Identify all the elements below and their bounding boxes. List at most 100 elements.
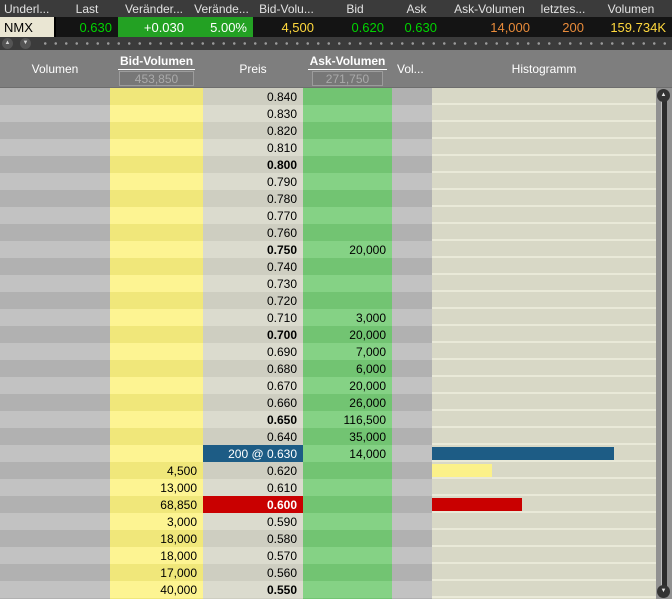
header-vol[interactable]: Vol... <box>392 50 432 87</box>
vertical-scrollbar[interactable]: ▲ ▼ <box>656 88 672 599</box>
price-cell[interactable]: 0.650 <box>203 411 303 428</box>
bid-volume-cell[interactable]: 13,000 <box>110 479 203 496</box>
ask-volume-cell[interactable]: 20,000 <box>303 326 392 343</box>
header-histogramm[interactable]: Histogramm <box>432 50 656 87</box>
price-cell[interactable]: 0.690 <box>203 343 303 360</box>
price-cell[interactable]: 0.640 <box>203 428 303 445</box>
scroll-up-icon[interactable]: ▲ <box>657 89 670 102</box>
ask-volume-cell[interactable]: 14,000 <box>303 445 392 462</box>
header-volumen[interactable]: Volumen <box>0 50 110 87</box>
price-cell[interactable]: 0.700 <box>203 326 303 343</box>
bid-volume-cell[interactable] <box>110 292 203 309</box>
scroll-down-icon[interactable]: ▼ <box>657 585 670 598</box>
bid-volume-cell[interactable] <box>110 224 203 241</box>
price-cell[interactable]: 0.720 <box>203 292 303 309</box>
price-cell[interactable]: 0.620 <box>203 462 303 479</box>
ask-volume-cell[interactable] <box>303 496 392 513</box>
price-cell[interactable]: 0.710 <box>203 309 303 326</box>
bid-volume-cell[interactable] <box>110 411 203 428</box>
panel-splitter[interactable]: ▲ ▼ <box>0 37 672 50</box>
bid-volume-cell[interactable] <box>110 428 203 445</box>
header-preis[interactable]: Preis <box>203 50 303 87</box>
ask-volume-cell[interactable] <box>303 275 392 292</box>
bid-volume-cell[interactable] <box>110 343 203 360</box>
ask-volume-cell[interactable]: 3,000 <box>303 309 392 326</box>
ask-volume-cell[interactable]: 35,000 <box>303 428 392 445</box>
price-cell[interactable]: 0.820 <box>203 122 303 139</box>
ask-volume-cell[interactable] <box>303 88 392 105</box>
price-cell[interactable]: 0.750 <box>203 241 303 258</box>
price-cell[interactable]: 0.840 <box>203 88 303 105</box>
bid-volume-cell[interactable] <box>110 173 203 190</box>
bid-volume-cell[interactable]: 18,000 <box>110 530 203 547</box>
price-cell[interactable]: 0.760 <box>203 224 303 241</box>
bid-volume-cell[interactable]: 4,500 <box>110 462 203 479</box>
bid-volume-cell[interactable]: 17,000 <box>110 564 203 581</box>
bid-volume-cell[interactable] <box>110 326 203 343</box>
ask-volume-cell[interactable] <box>303 190 392 207</box>
ask-volume-cell[interactable] <box>303 462 392 479</box>
header-bid-volumen[interactable]: Bid-Volumen 453,850 <box>110 50 203 87</box>
ask-volume-cell[interactable] <box>303 105 392 122</box>
price-cell[interactable]: 0.790 <box>203 173 303 190</box>
bid-volume-cell[interactable] <box>110 88 203 105</box>
ask-volume-cell[interactable]: 116,500 <box>303 411 392 428</box>
price-cell[interactable]: 0.810 <box>203 139 303 156</box>
price-cell[interactable]: 0.740 <box>203 258 303 275</box>
price-cell[interactable]: 0.600 <box>203 496 303 513</box>
price-cell[interactable]: 0.800 <box>203 156 303 173</box>
price-cell[interactable]: 0.830 <box>203 105 303 122</box>
ask-volume-cell[interactable]: 6,000 <box>303 360 392 377</box>
price-cell[interactable]: 0.590 <box>203 513 303 530</box>
price-cell[interactable]: 0.570 <box>203 547 303 564</box>
bid-volume-cell[interactable]: 3,000 <box>110 513 203 530</box>
bid-volume-cell[interactable] <box>110 258 203 275</box>
price-cell[interactable]: 0.560 <box>203 564 303 581</box>
bid-volume-cell[interactable] <box>110 207 203 224</box>
bid-volume-cell[interactable] <box>110 105 203 122</box>
ask-volume-cell[interactable]: 20,000 <box>303 241 392 258</box>
ask-volume-cell[interactable] <box>303 207 392 224</box>
collapse-up-icon[interactable]: ▲ <box>2 38 13 49</box>
ask-volume-cell[interactable]: 7,000 <box>303 343 392 360</box>
price-cell[interactable]: 0.680 <box>203 360 303 377</box>
bid-volume-cell[interactable] <box>110 377 203 394</box>
bid-volume-cell[interactable] <box>110 190 203 207</box>
ask-volume-cell[interactable] <box>303 547 392 564</box>
ask-volume-cell[interactable]: 20,000 <box>303 377 392 394</box>
price-cell[interactable]: 0.770 <box>203 207 303 224</box>
price-cell[interactable]: 0.730 <box>203 275 303 292</box>
scrollbar-track[interactable] <box>662 96 667 591</box>
ask-volume-cell[interactable] <box>303 513 392 530</box>
price-cell[interactable]: 0.780 <box>203 190 303 207</box>
ask-volume-cell[interactable] <box>303 139 392 156</box>
ask-volume-cell[interactable] <box>303 173 392 190</box>
ask-volume-cell[interactable] <box>303 530 392 547</box>
price-cell[interactable]: 200 @ 0.630 <box>203 445 303 462</box>
price-cell[interactable]: 0.550 <box>203 581 303 598</box>
price-cell[interactable]: 0.580 <box>203 530 303 547</box>
ask-volume-cell[interactable] <box>303 292 392 309</box>
price-cell[interactable]: 0.660 <box>203 394 303 411</box>
bid-volume-cell[interactable] <box>110 445 203 462</box>
ask-volume-cell[interactable] <box>303 564 392 581</box>
bid-volume-cell[interactable]: 40,000 <box>110 581 203 598</box>
ask-volume-cell[interactable] <box>303 224 392 241</box>
bid-volume-cell[interactable] <box>110 275 203 292</box>
ask-volume-cell[interactable] <box>303 479 392 496</box>
header-ask-volumen[interactable]: Ask-Volumen 271,750 <box>303 50 392 87</box>
ask-volume-cell[interactable] <box>303 156 392 173</box>
price-cell[interactable]: 0.610 <box>203 479 303 496</box>
bid-volume-cell[interactable] <box>110 139 203 156</box>
ask-volume-cell[interactable] <box>303 122 392 139</box>
ask-volume-cell[interactable]: 26,000 <box>303 394 392 411</box>
bid-volume-cell[interactable]: 18,000 <box>110 547 203 564</box>
bid-volume-cell[interactable] <box>110 309 203 326</box>
bid-volume-cell[interactable] <box>110 122 203 139</box>
bid-volume-cell[interactable] <box>110 394 203 411</box>
bid-volume-cell[interactable]: 68,850 <box>110 496 203 513</box>
price-cell[interactable]: 0.670 <box>203 377 303 394</box>
collapse-down-icon[interactable]: ▼ <box>20 38 31 49</box>
bid-volume-cell[interactable] <box>110 360 203 377</box>
bid-volume-cell[interactable] <box>110 241 203 258</box>
